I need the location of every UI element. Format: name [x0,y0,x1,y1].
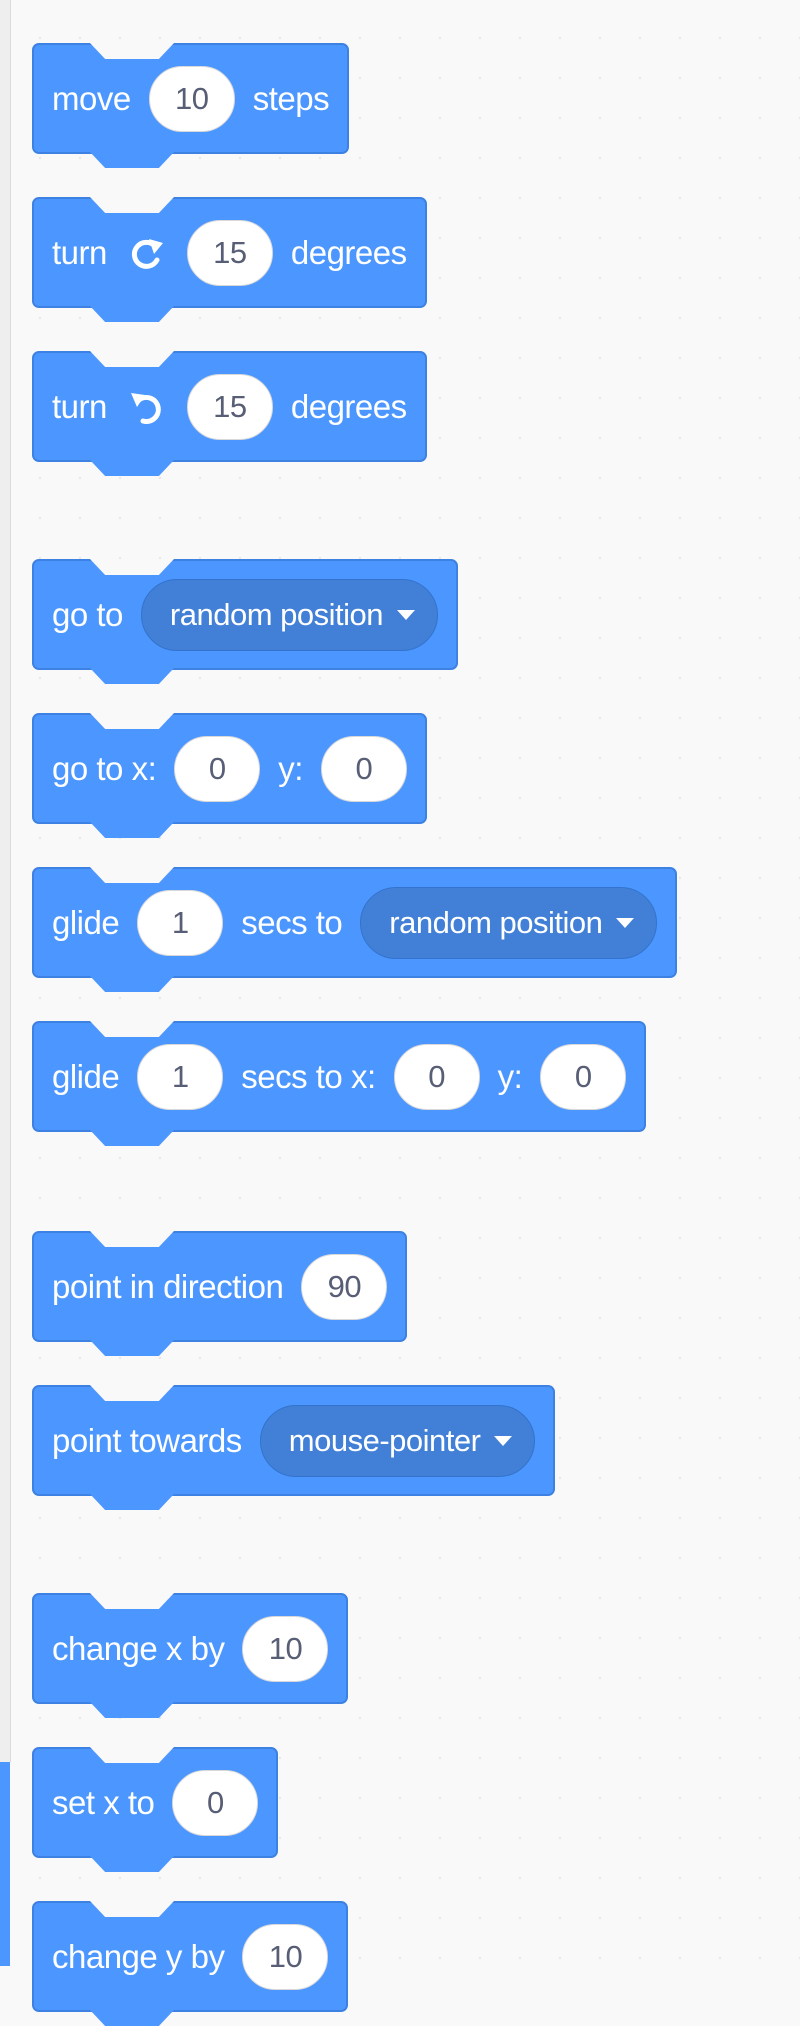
block-label: point in direction [52,1267,284,1305]
point-towards-block[interactable]: point towards mouse-pointer [32,1385,556,1496]
block-label: move [52,79,131,117]
glide-to-block[interactable]: glide 1 secs to random position [32,867,678,978]
dropdown-value: mouse-pointer [288,1422,481,1458]
block-label: degrees [290,387,407,425]
point-towards-dropdown[interactable]: mouse-pointer [259,1404,536,1477]
go-to-target-dropdown[interactable]: random position [140,578,438,651]
y-change-input[interactable]: 10 [242,1923,329,1990]
block-label: glide [52,903,120,941]
change-y-block[interactable]: change y by 10 [32,1901,349,2012]
category-menu-edge [0,0,11,1762]
block-label: set x to [52,1783,155,1821]
rotate-right-icon [125,231,169,275]
x-change-input[interactable]: 10 [242,1615,329,1682]
block-label: y: [278,749,303,787]
x-input[interactable]: 0 [393,1043,480,1110]
move-steps-block[interactable]: move 10 steps [32,43,350,154]
steps-input[interactable]: 10 [148,65,235,132]
glide-target-dropdown[interactable]: random position [360,886,658,959]
rotate-left-icon [125,385,169,429]
go-to-xy-block[interactable]: go to x: 0 y: 0 [32,713,427,824]
set-x-block[interactable]: set x to 0 [32,1747,279,1858]
dropdown-value: random position [389,904,603,940]
chevron-down-icon [616,917,635,928]
point-in-direction-block[interactable]: point in direction 90 [32,1231,408,1342]
secs-input[interactable]: 1 [137,889,224,956]
degrees-input[interactable]: 15 [186,373,273,440]
block-label: go to x: [52,749,157,787]
block-label: glide [52,1057,120,1095]
secs-input[interactable]: 1 [137,1043,224,1110]
turn-left-block[interactable]: turn 15 degrees [32,351,427,462]
block-label: turn [52,387,107,425]
block-label: turn [52,233,107,271]
y-input[interactable]: 0 [540,1043,627,1110]
category-menu-selected-edge [0,1762,10,1966]
x-value-input[interactable]: 0 [172,1769,259,1836]
turn-right-block[interactable]: turn 15 degrees [32,197,427,308]
glide-to-xy-block[interactable]: glide 1 secs to x: 0 y: 0 [32,1021,647,1132]
chevron-down-icon [396,609,415,620]
dropdown-value: random position [169,596,384,632]
block-palette: move 10 steps turn 15 degrees turn 15 de… [0,0,800,2012]
block-label: degrees [290,233,407,271]
block-label: change x by [52,1629,225,1667]
x-input[interactable]: 0 [174,735,261,802]
y-input[interactable]: 0 [320,735,407,802]
direction-input[interactable]: 90 [301,1253,388,1320]
block-label: steps [252,79,330,117]
go-to-block[interactable]: go to random position [32,559,458,670]
change-x-block[interactable]: change x by 10 [32,1593,349,1704]
block-label: y: [497,1057,523,1095]
block-label: change y by [52,1937,225,1975]
block-label: go to [52,595,123,633]
block-label: secs to [241,903,343,941]
block-label: secs to x: [241,1057,376,1095]
block-label: point towards [52,1421,242,1459]
degrees-input[interactable]: 15 [186,219,273,286]
chevron-down-icon [494,1435,513,1446]
